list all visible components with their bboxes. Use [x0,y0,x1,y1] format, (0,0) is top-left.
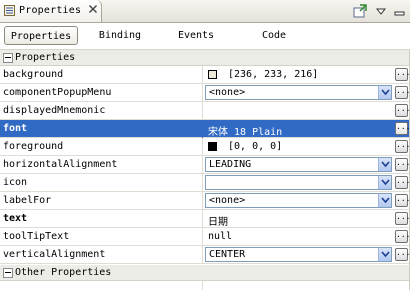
property-value: null [208,231,233,242]
browse-button[interactable]: ... [395,68,410,81]
color-swatch [208,70,217,79]
column-divider [202,281,203,290]
browse-button[interactable]: ... [395,248,410,261]
table-row-labelfor[interactable]: labelFor <none> ... [0,192,410,210]
browse-button[interactable]: ... [395,176,410,189]
combo-value: LEADING [209,159,252,170]
table-row-foreground[interactable]: foreground [0, 0, 0] ... [0,138,410,156]
column-divider [202,84,203,102]
tab-code[interactable]: Code [244,26,304,45]
column-divider [202,120,203,138]
property-value: [236, 233, 216] [228,69,319,80]
column-divider [202,102,203,120]
property-name: displayedMnemonic [3,105,106,116]
browse-button[interactable]: ... [395,158,410,171]
chevron-down-icon[interactable] [378,158,391,171]
componentpopupmenu-combo[interactable]: <none> [205,85,392,100]
collapse-toggle-icon[interactable] [3,268,13,278]
verticalalignment-combo[interactable]: CENTER [205,247,392,262]
table-row-horizontalalignment[interactable]: horizontalAlignment LEADING ... [0,156,410,174]
column-divider [202,228,203,246]
collapse-toggle-icon[interactable] [3,53,13,63]
tab-properties-label: Properties [10,31,72,42]
table-row-icon[interactable]: icon ... [0,174,410,192]
chevron-down-icon[interactable] [378,194,391,207]
property-name: toolTipText [3,231,70,242]
chevron-down-icon[interactable] [378,86,391,99]
tab-binding-label: Binding [98,30,142,41]
property-name: verticalAlignment [3,249,106,260]
property-value: [0, 0, 0] [228,141,283,152]
view-menu-icon[interactable] [374,3,390,19]
tab-binding[interactable]: Binding [88,26,152,45]
property-name: icon [3,177,28,188]
tab-events[interactable]: Events [164,26,228,45]
property-name: horizontalAlignment [3,159,118,170]
browse-button[interactable]: ... [395,86,410,99]
browse-button[interactable]: ... [395,122,410,135]
property-name: labelFor [3,195,52,206]
column-divider [202,156,203,174]
column-divider [202,174,203,192]
column-divider [202,246,203,264]
property-name: background [3,69,64,80]
combo-value: CENTER [209,249,246,260]
view-title: Properties [19,5,82,16]
column-divider [202,66,203,84]
table-row-background[interactable]: background [236, 233, 216] ... [0,66,410,84]
tab-properties[interactable]: Properties [4,26,78,45]
category-other-properties[interactable]: Other Properties [0,265,410,281]
table-row-partial[interactable] [0,281,410,290]
tab-events-label: Events [177,30,215,41]
browse-button[interactable]: ... [395,230,410,243]
minimize-icon[interactable] [392,3,408,19]
browse-button[interactable]: ... [395,194,410,207]
table-row-displayedmnemonic[interactable]: displayedMnemonic ... [0,102,410,120]
combo-value: <none> [209,195,246,206]
horizontalalignment-combo[interactable]: LEADING [205,157,392,172]
property-value: 日期 [208,217,228,228]
close-icon[interactable] [88,4,98,14]
color-swatch [208,142,217,151]
category-label: Properties [15,52,76,63]
browse-button[interactable]: ... [395,104,410,117]
chevron-down-icon[interactable] [378,176,391,189]
tab-code-label: Code [261,30,287,41]
properties-view: Properties Properties Binding Events Cod… [0,0,410,290]
browse-button[interactable]: ... [395,140,410,153]
browse-button[interactable]: ... [395,212,410,225]
pin-editor-icon[interactable] [352,3,368,19]
column-divider [202,138,203,156]
property-value: 宋体 18 Plain [208,127,283,138]
category-properties[interactable]: Properties [0,50,410,66]
column-divider [202,210,203,228]
labelfor-combo[interactable]: <none> [205,193,392,208]
properties-icon [4,5,15,16]
table-row-verticalalignment[interactable]: verticalAlignment CENTER ... [0,246,410,264]
property-name: foreground [3,141,64,152]
table-row-componentpopupmenu[interactable]: componentPopupMenu <none> ... [0,84,410,102]
view-tab-bar: Properties [0,0,410,23]
table-row-tooltiptext[interactable]: toolTipText null ... [0,228,410,246]
table-row-font[interactable]: font 宋体 18 Plain ... [0,120,410,138]
property-name: text [3,213,28,224]
category-label: Other Properties [15,267,112,278]
table-row-text[interactable]: text 日期 ... [0,210,410,228]
column-divider [202,192,203,210]
property-tabs: Properties Binding Events Code [0,23,410,50]
chevron-down-icon[interactable] [378,248,391,261]
property-name: font [3,123,28,134]
icon-combo[interactable] [205,175,392,190]
property-name: componentPopupMenu [3,87,112,98]
properties-view-tab[interactable]: Properties [0,0,102,22]
combo-value: <none> [209,87,246,98]
